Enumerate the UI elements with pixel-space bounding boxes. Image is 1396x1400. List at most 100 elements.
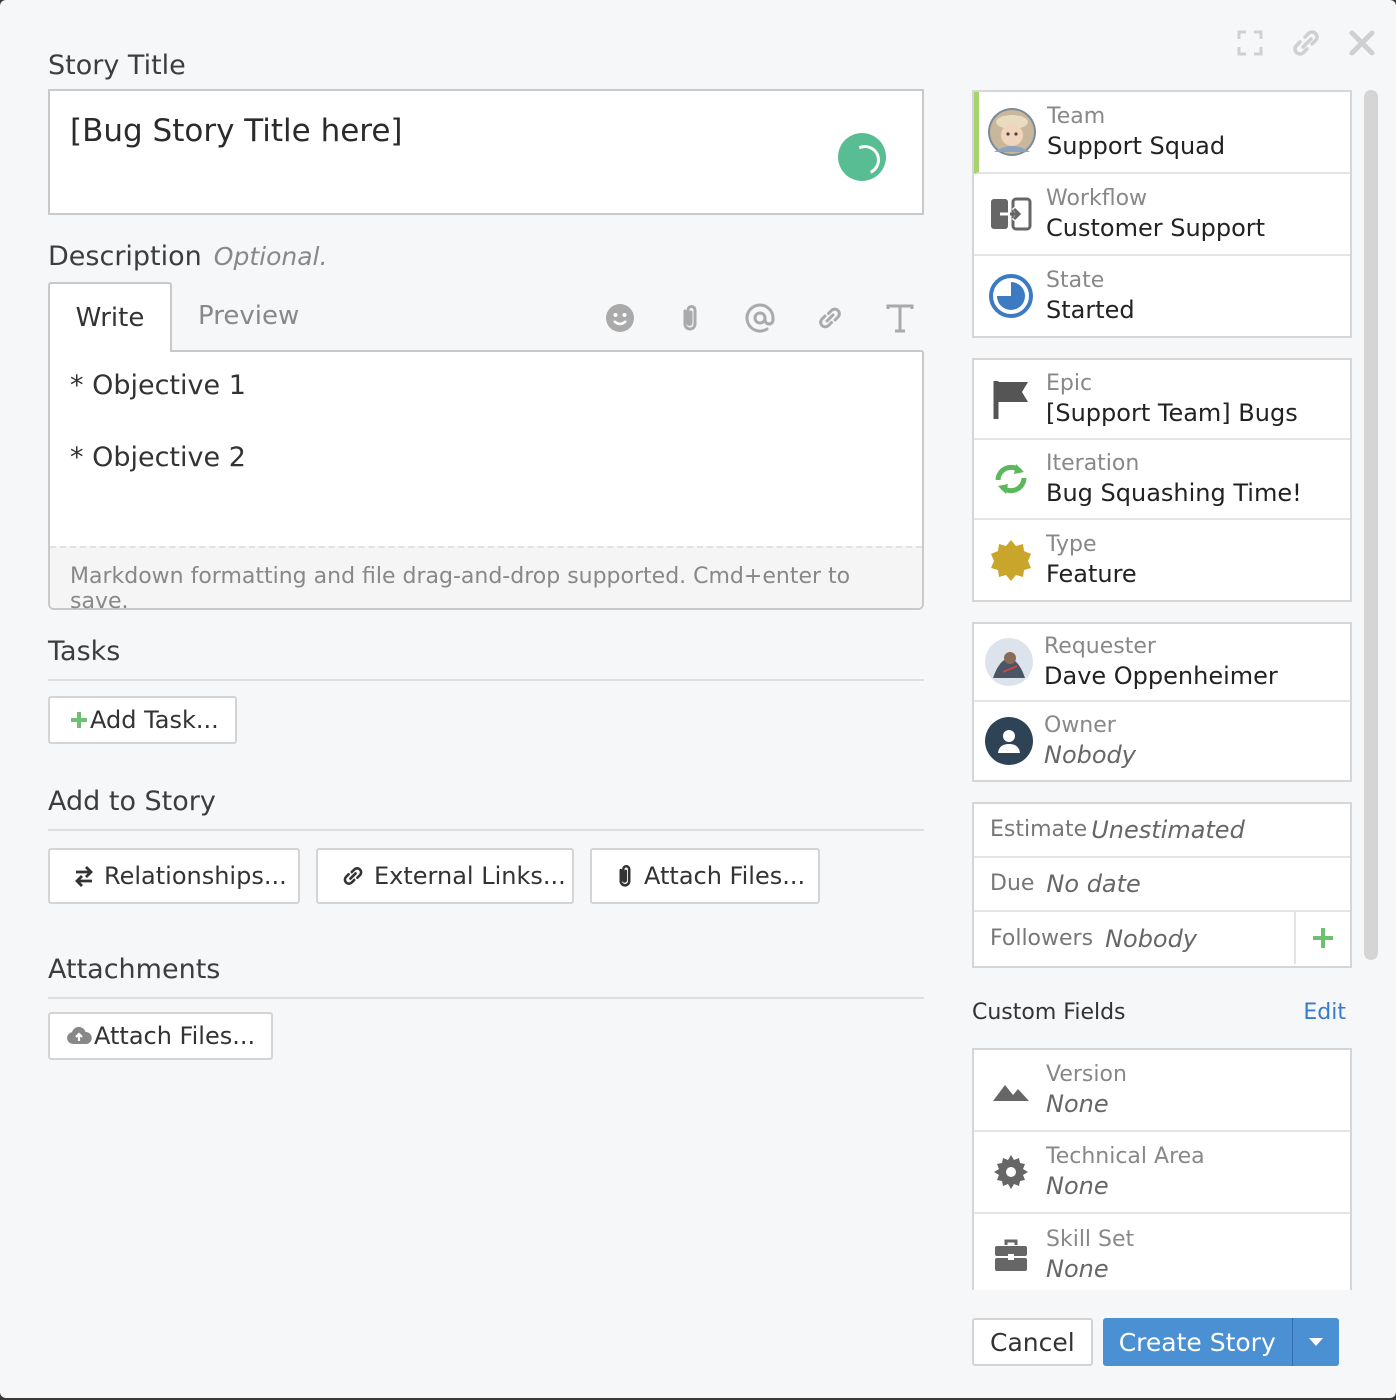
state-started-icon bbox=[986, 271, 1036, 321]
relationships-label: Relationships... bbox=[104, 862, 287, 890]
upload-files-label: Attach Files... bbox=[94, 1022, 256, 1050]
plus-icon bbox=[1313, 928, 1333, 948]
editor-hint: Markdown formatting and file drag-and-dr… bbox=[50, 546, 922, 614]
iteration-field[interactable]: Iteration Bug Squashing Time! bbox=[974, 440, 1350, 520]
text-format-icon[interactable] bbox=[876, 294, 924, 342]
attach-files-label: Attach Files... bbox=[644, 862, 806, 890]
owner-label: Owner bbox=[1044, 713, 1116, 738]
link-icon bbox=[340, 863, 366, 889]
custom-field-value: None bbox=[1046, 1090, 1109, 1118]
estimate-value: Unestimated bbox=[1091, 816, 1245, 844]
add-task-label: Add Task... bbox=[90, 706, 219, 734]
sidebar: Team Support Squad Workflow Customer Sup… bbox=[972, 90, 1352, 968]
state-field[interactable]: State Started bbox=[974, 256, 1350, 336]
cancel-button[interactable]: Cancel bbox=[972, 1318, 1093, 1366]
description-header: Description Optional. bbox=[48, 241, 924, 272]
requester-value: Dave Oppenheimer bbox=[1044, 662, 1278, 690]
followers-label: Followers bbox=[990, 926, 1094, 951]
workflow-value: Customer Support bbox=[1046, 214, 1266, 242]
gear-icon bbox=[986, 1147, 1036, 1197]
team-label: Team bbox=[1047, 104, 1106, 129]
type-field[interactable]: Type Feature bbox=[974, 520, 1350, 600]
epic-value: [Support Team] Bugs bbox=[1046, 399, 1298, 427]
custom-field-version[interactable]: Version None bbox=[974, 1050, 1350, 1132]
tab-write[interactable]: Write bbox=[48, 282, 172, 352]
main-column: Story Title [Bug Story Title here] Descr… bbox=[48, 50, 924, 614]
followers-field[interactable]: Followers Nobody bbox=[974, 912, 1350, 966]
upload-files-button[interactable]: Attach Files... bbox=[48, 1012, 274, 1060]
custom-fields-edit-link[interactable]: Edit bbox=[1303, 1000, 1346, 1025]
add-to-story-label: Add to Story bbox=[48, 786, 924, 831]
story-title-input[interactable]: [Bug Story Title here] bbox=[48, 89, 924, 215]
add-follower-button[interactable] bbox=[1294, 912, 1350, 964]
editor-toolbar bbox=[596, 294, 924, 342]
relationships-button[interactable]: Relationships... bbox=[48, 848, 300, 904]
toolbox-icon bbox=[986, 1230, 1036, 1280]
editor-line[interactable]: * Objective 1 bbox=[70, 370, 246, 401]
sidebar-scrollbar[interactable] bbox=[1364, 90, 1378, 960]
iteration-label: Iteration bbox=[1046, 451, 1140, 476]
editor-line[interactable]: * Objective 2 bbox=[70, 442, 246, 473]
custom-field-label: Technical Area bbox=[1046, 1144, 1205, 1169]
team-avatar bbox=[987, 107, 1037, 157]
owner-field[interactable]: Owner Nobody bbox=[974, 702, 1350, 780]
estimate-label: Estimate bbox=[990, 817, 1088, 842]
close-icon[interactable] bbox=[1344, 26, 1380, 60]
type-value: Feature bbox=[1046, 560, 1137, 588]
custom-fields-card: Version None Technical Area None Skill S… bbox=[972, 1048, 1352, 1290]
due-field[interactable]: Due No date bbox=[974, 858, 1350, 912]
cloud-upload-icon bbox=[66, 1026, 92, 1046]
custom-field-skill-set[interactable]: Skill Set None bbox=[974, 1214, 1350, 1290]
tab-preview[interactable]: Preview bbox=[198, 282, 299, 350]
owner-value: Nobody bbox=[1044, 741, 1136, 769]
requester-label: Requester bbox=[1044, 634, 1156, 659]
people-card: Requester Dave Oppenheimer Owner Nobody bbox=[972, 622, 1352, 782]
custom-field-value: None bbox=[1046, 1255, 1109, 1283]
estimate-field[interactable]: Estimate Unestimated bbox=[974, 804, 1350, 858]
tasks-section: Tasks Add Task... bbox=[48, 636, 924, 744]
team-value: Support Squad bbox=[1047, 132, 1226, 160]
type-label: Type bbox=[1046, 532, 1097, 557]
description-editor[interactable]: * Objective 1 * Objective 2 Markdown for… bbox=[48, 350, 924, 614]
external-links-label: External Links... bbox=[374, 862, 566, 890]
epic-field[interactable]: Epic [Support Team] Bugs bbox=[974, 360, 1350, 440]
epic-label: Epic bbox=[1046, 371, 1093, 396]
arrows-swap-icon bbox=[72, 864, 96, 888]
create-story-button[interactable]: Create Story bbox=[1103, 1318, 1293, 1366]
custom-field-technical-area[interactable]: Technical Area None bbox=[974, 1132, 1350, 1214]
paperclip-icon[interactable] bbox=[666, 294, 714, 342]
state-label: State bbox=[1046, 268, 1105, 293]
iteration-value: Bug Squashing Time! bbox=[1046, 479, 1302, 507]
attach-files-button[interactable]: Attach Files... bbox=[590, 848, 820, 904]
optional-hint: Optional. bbox=[213, 242, 328, 271]
team-field[interactable]: Team Support Squad bbox=[974, 92, 1350, 174]
workflow-field[interactable]: Workflow Customer Support bbox=[974, 174, 1350, 256]
planning-card: Epic [Support Team] Bugs Iteration Bug S… bbox=[972, 358, 1352, 602]
story-title-label: Story Title bbox=[48, 50, 186, 81]
mention-icon[interactable] bbox=[736, 294, 784, 342]
requester-field[interactable]: Requester Dave Oppenheimer bbox=[974, 624, 1350, 702]
state-value: Started bbox=[1046, 296, 1135, 324]
expand-icon[interactable] bbox=[1232, 26, 1268, 60]
attachments-section: Attachments Attach Files... bbox=[48, 954, 924, 1060]
emoji-icon[interactable] bbox=[596, 294, 644, 342]
link-icon[interactable] bbox=[1288, 26, 1324, 60]
add-task-button[interactable]: Add Task... bbox=[48, 696, 237, 744]
workflow-card: Team Support Squad Workflow Customer Sup… bbox=[972, 90, 1352, 338]
custom-field-label: Version bbox=[1046, 1062, 1127, 1087]
custom-field-label: Skill Set bbox=[1046, 1227, 1135, 1252]
link-icon[interactable] bbox=[806, 294, 854, 342]
create-story-button-group: Create Story bbox=[1102, 1318, 1339, 1366]
due-value: No date bbox=[1046, 870, 1141, 898]
user-avatar-icon bbox=[984, 716, 1034, 766]
add-to-story-section: Add to Story Relationships... External L… bbox=[48, 786, 924, 904]
description-label: Description bbox=[48, 241, 202, 272]
story-title-value[interactable]: [Bug Story Title here] bbox=[70, 113, 403, 149]
attachments-label: Attachments bbox=[48, 954, 924, 999]
iteration-cycle-icon bbox=[986, 454, 1036, 504]
requester-avatar bbox=[984, 637, 1034, 687]
create-options-dropdown[interactable] bbox=[1293, 1318, 1339, 1366]
description-tabs: Write Preview bbox=[48, 282, 924, 352]
story-dialog: Story Title [Bug Story Title here] Descr… bbox=[0, 0, 1396, 1398]
external-links-button[interactable]: External Links... bbox=[316, 848, 574, 904]
